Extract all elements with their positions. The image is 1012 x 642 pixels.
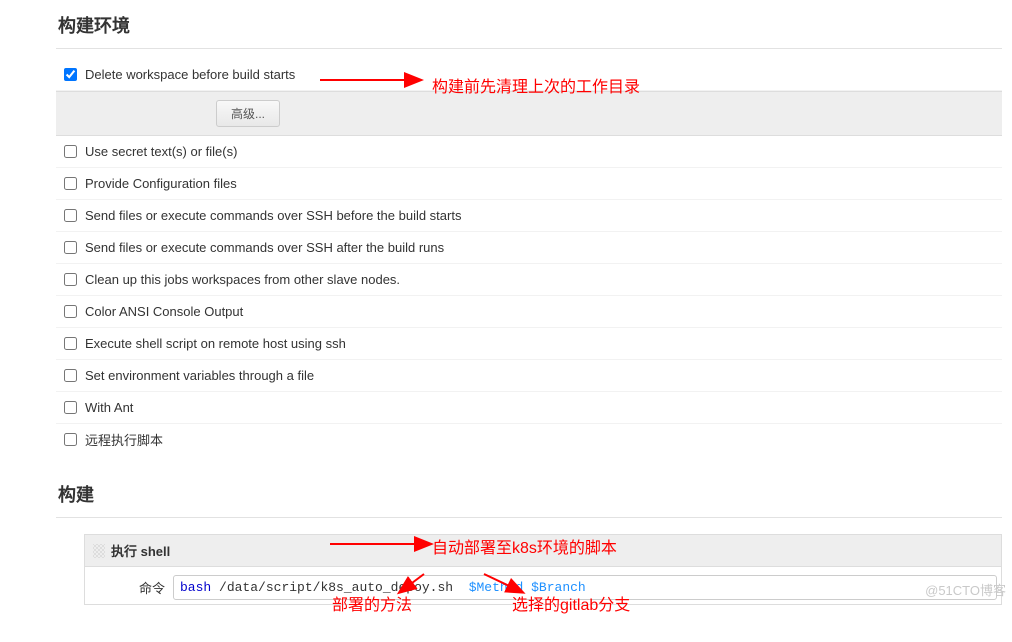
- command-label: 命令: [125, 575, 165, 600]
- option-label: Set environment variables through a file: [85, 368, 314, 383]
- option-delete-workspace[interactable]: Delete workspace before build starts: [56, 59, 1002, 91]
- option-label: Color ANSI Console Output: [85, 304, 243, 319]
- option-remote-script[interactable]: 远程执行脚本: [56, 424, 1002, 455]
- cmd-arg-method: $Method: [469, 580, 524, 595]
- checkbox-with-ant[interactable]: [64, 401, 77, 414]
- checkbox-remote-shell[interactable]: [64, 337, 77, 350]
- checkbox-config-files[interactable]: [64, 177, 77, 190]
- build-env-title: 构建环境: [56, 4, 1002, 49]
- option-label: Send files or execute commands over SSH …: [85, 208, 461, 223]
- checkbox-env-file[interactable]: [64, 369, 77, 382]
- checkbox-delete-workspace[interactable]: [64, 68, 77, 81]
- option-label: 远程执行脚本: [85, 430, 163, 449]
- build-env-section: 构建环境 Delete workspace before build start…: [56, 4, 1002, 455]
- command-input[interactable]: bash /data/script/k8s_auto_depoy.sh $Met…: [173, 575, 997, 600]
- advanced-row: 高级...: [56, 91, 1002, 136]
- option-ansi-color[interactable]: Color ANSI Console Output: [56, 296, 1002, 328]
- cmd-arg-branch: $Branch: [531, 580, 586, 595]
- option-config-files[interactable]: Provide Configuration files: [56, 168, 1002, 200]
- option-ssh-before[interactable]: Send files or execute commands over SSH …: [56, 200, 1002, 232]
- checkbox-ssh-before[interactable]: [64, 209, 77, 222]
- option-secret-text[interactable]: Use secret text(s) or file(s): [56, 136, 1002, 168]
- advanced-button[interactable]: 高级...: [216, 100, 280, 127]
- option-label: Delete workspace before build starts: [85, 67, 295, 82]
- build-step-execute-shell: 执行 shell 命令 bash /data/script/k8s_auto_d…: [84, 534, 1002, 605]
- build-section: 构建 执行 shell 命令 bash /data/script/k8s_aut…: [56, 473, 1002, 605]
- build-title: 构建: [56, 473, 1002, 518]
- option-label: Execute shell script on remote host usin…: [85, 336, 346, 351]
- option-label: Provide Configuration files: [85, 176, 237, 191]
- option-with-ant[interactable]: With Ant: [56, 392, 1002, 424]
- option-label: With Ant: [85, 400, 133, 415]
- option-label: Send files or execute commands over SSH …: [85, 240, 444, 255]
- checkbox-remote-script[interactable]: [64, 433, 77, 446]
- watermark: @51CTO博客: [925, 580, 1006, 599]
- checkbox-ansi-color[interactable]: [64, 305, 77, 318]
- build-step-title: 执行 shell: [111, 541, 170, 560]
- option-label: Clean up this jobs workspaces from other…: [85, 272, 400, 287]
- option-remote-shell[interactable]: Execute shell script on remote host usin…: [56, 328, 1002, 360]
- option-label: Use secret text(s) or file(s): [85, 144, 237, 159]
- option-env-file[interactable]: Set environment variables through a file: [56, 360, 1002, 392]
- checkbox-secret-text[interactable]: [64, 145, 77, 158]
- build-step-header[interactable]: 执行 shell: [85, 535, 1001, 567]
- option-ssh-after[interactable]: Send files or execute commands over SSH …: [56, 232, 1002, 264]
- checkbox-clean-workspaces[interactable]: [64, 273, 77, 286]
- cmd-path: /data/script/k8s_auto_depoy.sh: [219, 580, 453, 595]
- cmd-keyword: bash: [180, 580, 211, 595]
- drag-handle-icon[interactable]: [93, 544, 105, 558]
- checkbox-ssh-after[interactable]: [64, 241, 77, 254]
- option-clean-workspaces[interactable]: Clean up this jobs workspaces from other…: [56, 264, 1002, 296]
